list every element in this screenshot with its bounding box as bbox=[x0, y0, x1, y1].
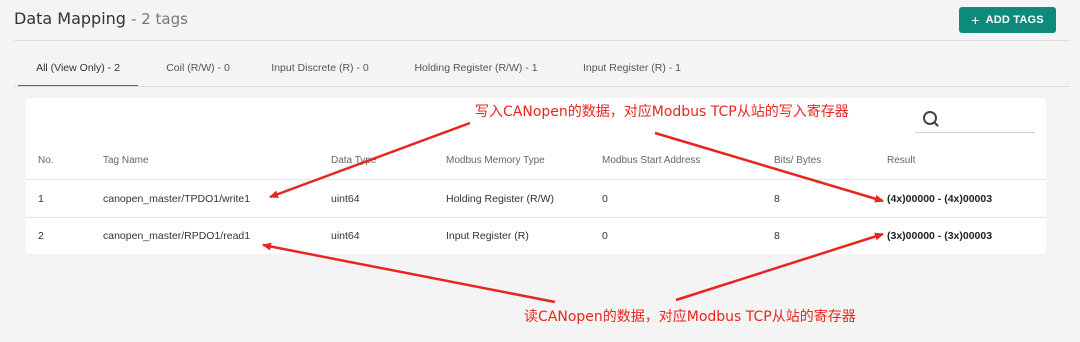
row-result: (3x)00000 - (3x)00003 bbox=[887, 230, 993, 242]
page-title-text: Data Mapping bbox=[14, 9, 126, 28]
tab-holding-register[interactable]: Holding Register (R/W) - 1 bbox=[402, 55, 550, 85]
tab-input-register[interactable]: Input Register (R) - 1 bbox=[572, 55, 692, 85]
tab-input-discrete[interactable]: Input Discrete (R) - 0 bbox=[258, 55, 382, 85]
col-memory-type[interactable]: Modbus Memory Type bbox=[446, 143, 545, 179]
row-data-type: uint64 bbox=[331, 230, 360, 242]
tag-count: - 2 tags bbox=[131, 10, 188, 28]
col-tag-name[interactable]: Tag Name bbox=[103, 143, 149, 179]
plus-icon: + bbox=[971, 12, 980, 28]
row-memory-type: Input Register (R) bbox=[446, 230, 529, 242]
row-tag-name: canopen_master/RPDO1/read1 bbox=[103, 230, 251, 242]
row-start-address: 0 bbox=[602, 193, 608, 205]
search-field[interactable] bbox=[915, 108, 1035, 133]
tab-all[interactable]: All (View Only) - 2 bbox=[18, 55, 138, 87]
row-bits-bytes: 8 bbox=[774, 193, 780, 205]
row-bits-bytes: 8 bbox=[774, 230, 780, 242]
annotation-top: 写入CANopen的数据，对应Modbus TCP从站的写入寄存器 bbox=[475, 104, 849, 120]
row-memory-type: Holding Register (R/W) bbox=[446, 193, 554, 205]
data-table-card: No. Tag Name Data Type Modbus Memory Typ… bbox=[26, 98, 1046, 254]
search-input[interactable] bbox=[945, 110, 1035, 130]
row-no: 1 bbox=[38, 193, 44, 205]
table-row[interactable]: 2 canopen_master/RPDO1/read1 uint64 Inpu… bbox=[26, 218, 1046, 254]
annotation-bottom: 读CANopen的数据，对应Modbus TCP从站的寄存器 bbox=[524, 309, 856, 325]
col-result[interactable]: Result bbox=[887, 143, 915, 179]
add-tags-button[interactable]: + ADD TAGS bbox=[959, 7, 1056, 33]
col-bits-bytes[interactable]: Bits/ Bytes bbox=[774, 143, 821, 179]
tab-bar: All (View Only) - 2 Coil (R/W) - 0 Input… bbox=[14, 55, 1064, 87]
table-row[interactable]: 1 canopen_master/TPDO1/write1 uint64 Hol… bbox=[26, 181, 1046, 218]
row-start-address: 0 bbox=[602, 230, 608, 242]
col-start-address[interactable]: Modbus Start Address bbox=[602, 143, 700, 179]
col-no[interactable]: No. bbox=[38, 143, 54, 179]
col-data-type[interactable]: Data Type bbox=[331, 143, 376, 179]
add-tags-label: ADD TAGS bbox=[985, 14, 1044, 26]
header-divider bbox=[14, 40, 1070, 41]
tabs-divider bbox=[14, 86, 1070, 87]
row-tag-name: canopen_master/TPDO1/write1 bbox=[103, 193, 251, 205]
row-result: (4x)00000 - (4x)00003 bbox=[887, 193, 993, 205]
table-header: No. Tag Name Data Type Modbus Memory Typ… bbox=[26, 143, 1046, 180]
tab-coil[interactable]: Coil (R/W) - 0 bbox=[152, 55, 244, 85]
row-data-type: uint64 bbox=[331, 193, 360, 205]
search-icon-handle bbox=[933, 121, 939, 127]
row-no: 2 bbox=[38, 230, 44, 242]
page-title: Data Mapping - 2 tags bbox=[14, 9, 188, 28]
